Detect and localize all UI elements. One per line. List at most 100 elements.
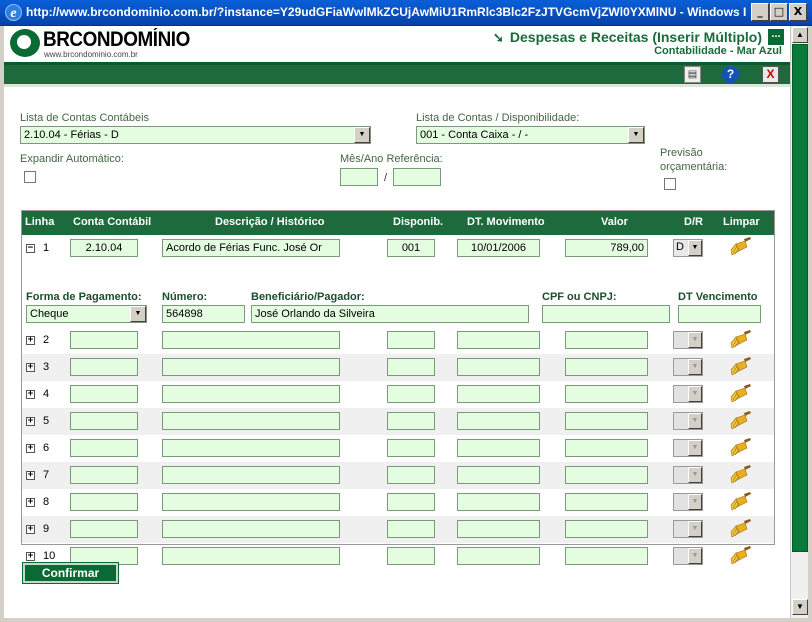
valor-input[interactable] <box>565 493 648 511</box>
expandir-checkbox[interactable] <box>24 171 36 183</box>
descricao-input[interactable] <box>162 385 340 403</box>
valor-input[interactable] <box>565 385 648 403</box>
descricao-input[interactable] <box>162 358 340 376</box>
valor-input[interactable] <box>565 439 648 457</box>
expand-icon[interactable]: + <box>26 498 35 507</box>
minimize-button[interactable]: _ <box>751 3 769 21</box>
disponib-input[interactable]: 001 <box>387 239 435 257</box>
valor-input[interactable]: 789,00 <box>565 239 648 257</box>
conta-input[interactable] <box>70 358 138 376</box>
dt-movimento-input[interactable] <box>457 358 540 376</box>
expand-icon[interactable]: + <box>26 363 35 372</box>
descricao-input[interactable] <box>162 439 340 457</box>
conta-input[interactable]: 2.10.04 <box>70 239 138 257</box>
valor-input[interactable] <box>565 358 648 376</box>
disponib-input[interactable] <box>387 385 435 403</box>
dr-select[interactable]: ▼ <box>673 439 703 457</box>
broom-icon[interactable] <box>730 465 752 485</box>
ano-input[interactable] <box>393 168 441 186</box>
dr-select[interactable]: ▼ <box>673 331 703 349</box>
expand-icon[interactable]: + <box>26 471 35 480</box>
beneficiario-input[interactable]: José Orlando da Silveira <box>251 305 529 323</box>
descricao-input[interactable]: Acordo de Férias Func. José Or <box>162 239 340 257</box>
dr-select[interactable]: ▼ <box>673 520 703 538</box>
valor-input[interactable] <box>565 520 648 538</box>
expand-icon[interactable]: + <box>26 417 35 426</box>
expand-icon[interactable]: + <box>26 444 35 453</box>
expand-icon[interactable]: + <box>26 552 35 561</box>
conta-input[interactable] <box>70 385 138 403</box>
contas-contabeis-select[interactable]: 2.10.04 - Férias - D ▼ <box>20 126 371 144</box>
conta-input[interactable] <box>70 520 138 538</box>
broom-icon[interactable] <box>730 237 752 257</box>
valor-input[interactable] <box>565 466 648 484</box>
expand-icon[interactable]: + <box>26 525 35 534</box>
dr-select[interactable]: ▼ <box>673 412 703 430</box>
dt-movimento-input[interactable]: 10/01/2006 <box>457 239 540 257</box>
dt-movimento-input[interactable] <box>457 331 540 349</box>
printer-icon[interactable]: ▤ <box>684 66 701 83</box>
menu-button[interactable]: ... <box>768 29 784 45</box>
descricao-input[interactable] <box>162 547 340 565</box>
window-close-button[interactable]: X <box>789 3 807 21</box>
dt-movimento-input[interactable] <box>457 439 540 457</box>
dt-movimento-input[interactable] <box>457 547 540 565</box>
disponib-input[interactable] <box>387 547 435 565</box>
dt-movimento-input[interactable] <box>457 466 540 484</box>
previsao-checkbox[interactable] <box>664 178 676 190</box>
valor-input[interactable] <box>565 412 648 430</box>
disponib-input[interactable] <box>387 493 435 511</box>
descricao-input[interactable] <box>162 412 340 430</box>
cpf-cnpj-input[interactable] <box>542 305 670 323</box>
broom-icon[interactable] <box>730 357 752 377</box>
descricao-input[interactable] <box>162 493 340 511</box>
dr-select[interactable]: ▼ <box>673 466 703 484</box>
conta-input[interactable] <box>70 412 138 430</box>
dt-movimento-input[interactable] <box>457 385 540 403</box>
expand-icon[interactable]: + <box>26 336 35 345</box>
disponib-input[interactable] <box>387 412 435 430</box>
disponib-input[interactable] <box>387 331 435 349</box>
expand-icon[interactable]: + <box>26 390 35 399</box>
numero-input[interactable]: 564898 <box>162 305 245 323</box>
disponib-input[interactable] <box>387 520 435 538</box>
vertical-scrollbar[interactable]: ▲ ▼ <box>790 26 808 618</box>
broom-icon[interactable] <box>730 492 752 512</box>
help-icon[interactable]: ? <box>722 66 739 83</box>
broom-icon[interactable] <box>730 519 752 539</box>
forma-pagamento-select[interactable]: Cheque ▼ <box>26 305 147 323</box>
descricao-input[interactable] <box>162 520 340 538</box>
scroll-up-icon[interactable]: ▲ <box>792 27 808 43</box>
dr-select[interactable]: ▼ <box>673 385 703 403</box>
conta-input[interactable] <box>70 493 138 511</box>
dr-select[interactable]: D ▼ <box>673 239 703 257</box>
scroll-down-icon[interactable]: ▼ <box>792 599 808 615</box>
mes-input[interactable] <box>340 168 378 186</box>
disponib-input[interactable] <box>387 439 435 457</box>
disponib-input[interactable] <box>387 358 435 376</box>
collapse-icon[interactable]: − <box>26 244 35 253</box>
close-icon[interactable]: X <box>762 66 779 83</box>
broom-icon[interactable] <box>730 438 752 458</box>
valor-input[interactable] <box>565 547 648 565</box>
maximize-button[interactable]: □ <box>770 3 788 21</box>
conta-input[interactable] <box>70 466 138 484</box>
scrollbar-thumb[interactable] <box>792 44 808 552</box>
dr-select[interactable]: ▼ <box>673 547 703 565</box>
disponib-input[interactable] <box>387 466 435 484</box>
conta-input[interactable] <box>70 331 138 349</box>
dt-movimento-input[interactable] <box>457 493 540 511</box>
broom-icon[interactable] <box>730 546 752 566</box>
descricao-input[interactable] <box>162 466 340 484</box>
valor-input[interactable] <box>565 331 648 349</box>
dr-select[interactable]: ▼ <box>673 493 703 511</box>
conta-input[interactable] <box>70 439 138 457</box>
disponibilidade-select[interactable]: 001 - Conta Caixa - / - ▼ <box>416 126 645 144</box>
descricao-input[interactable] <box>162 331 340 349</box>
dt-vencimento-input[interactable] <box>678 305 761 323</box>
broom-icon[interactable] <box>730 330 752 350</box>
dr-select[interactable]: ▼ <box>673 358 703 376</box>
confirm-button[interactable]: Confirmar <box>22 562 119 584</box>
broom-icon[interactable] <box>730 411 752 431</box>
broom-icon[interactable] <box>730 384 752 404</box>
